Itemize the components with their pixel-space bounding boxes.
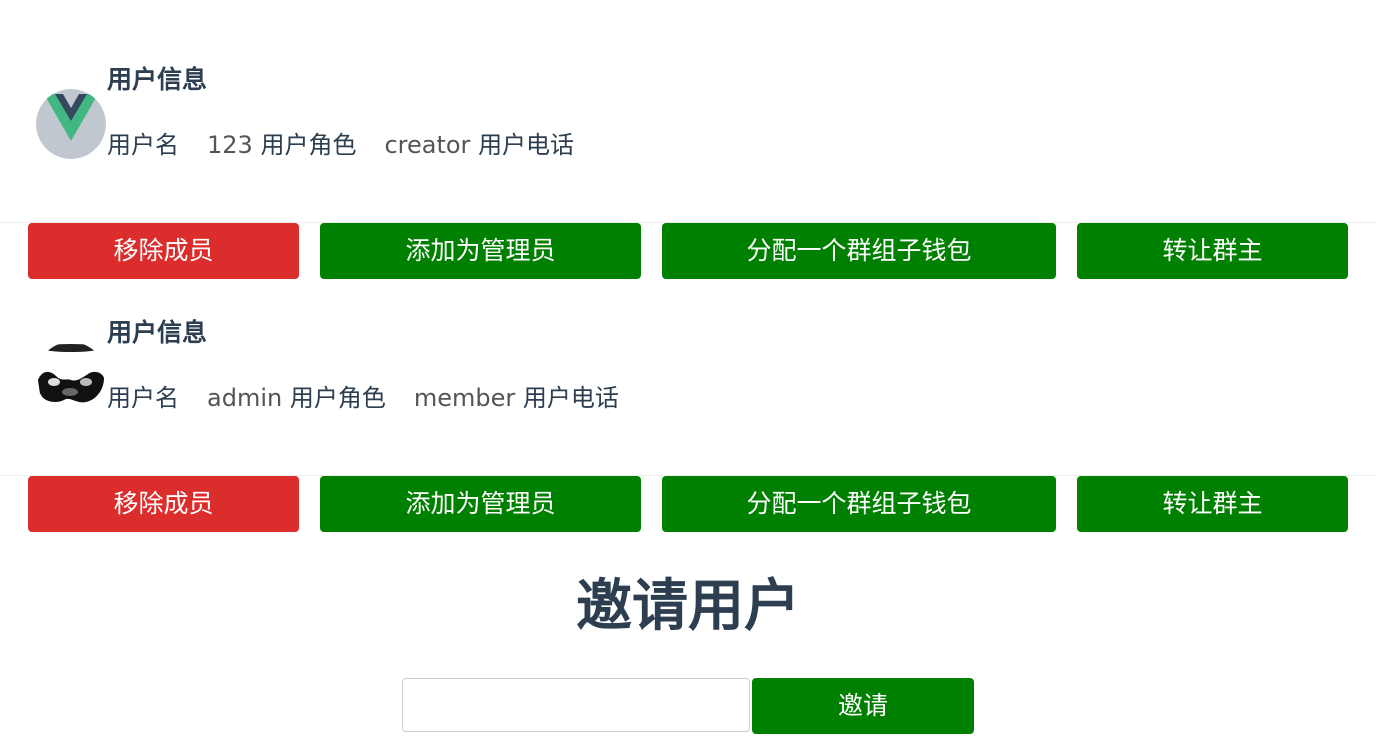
phone-label: 用户电话: [478, 131, 575, 159]
member-card: 用户信息 用户名 admin 用户角色 member 用户电话: [0, 318, 1376, 476]
user-info-line: 用户名 admin 用户角色 member 用户电话: [107, 382, 647, 414]
make-admin-button[interactable]: 添加为管理员: [320, 476, 641, 532]
username-value: 123: [207, 131, 253, 159]
username-value: admin: [207, 384, 283, 412]
section-title: 用户信息: [107, 318, 208, 347]
invite-username-input[interactable]: [402, 678, 750, 732]
user-photo-avatar: [36, 342, 106, 412]
invite-title: 邀请用户: [576, 574, 800, 639]
role-value: creator: [384, 131, 471, 159]
transfer-owner-button[interactable]: 转让群主: [1077, 476, 1348, 532]
role-label: 用户角色: [289, 384, 386, 412]
make-admin-button[interactable]: 添加为管理员: [320, 223, 641, 279]
invite-button[interactable]: 邀请: [752, 678, 974, 734]
username-label: 用户名: [107, 131, 179, 159]
remove-member-button[interactable]: 移除成员: [28, 223, 299, 279]
assign-wallet-button[interactable]: 分配一个群组子钱包: [662, 223, 1056, 279]
role-value: member: [413, 384, 516, 412]
section-title: 用户信息: [107, 65, 208, 94]
member-card: 用户信息 用户名 123 用户角色 creator 用户电话: [0, 65, 1376, 223]
user-info-line: 用户名 123 用户角色 creator 用户电话: [107, 129, 602, 161]
username-label: 用户名: [107, 384, 179, 412]
assign-wallet-button[interactable]: 分配一个群组子钱包: [662, 476, 1056, 532]
transfer-owner-button[interactable]: 转让群主: [1077, 223, 1348, 279]
vue-logo-icon: [36, 89, 106, 159]
role-label: 用户角色: [260, 131, 357, 159]
remove-member-button[interactable]: 移除成员: [28, 476, 299, 532]
phone-label: 用户电话: [522, 384, 619, 412]
